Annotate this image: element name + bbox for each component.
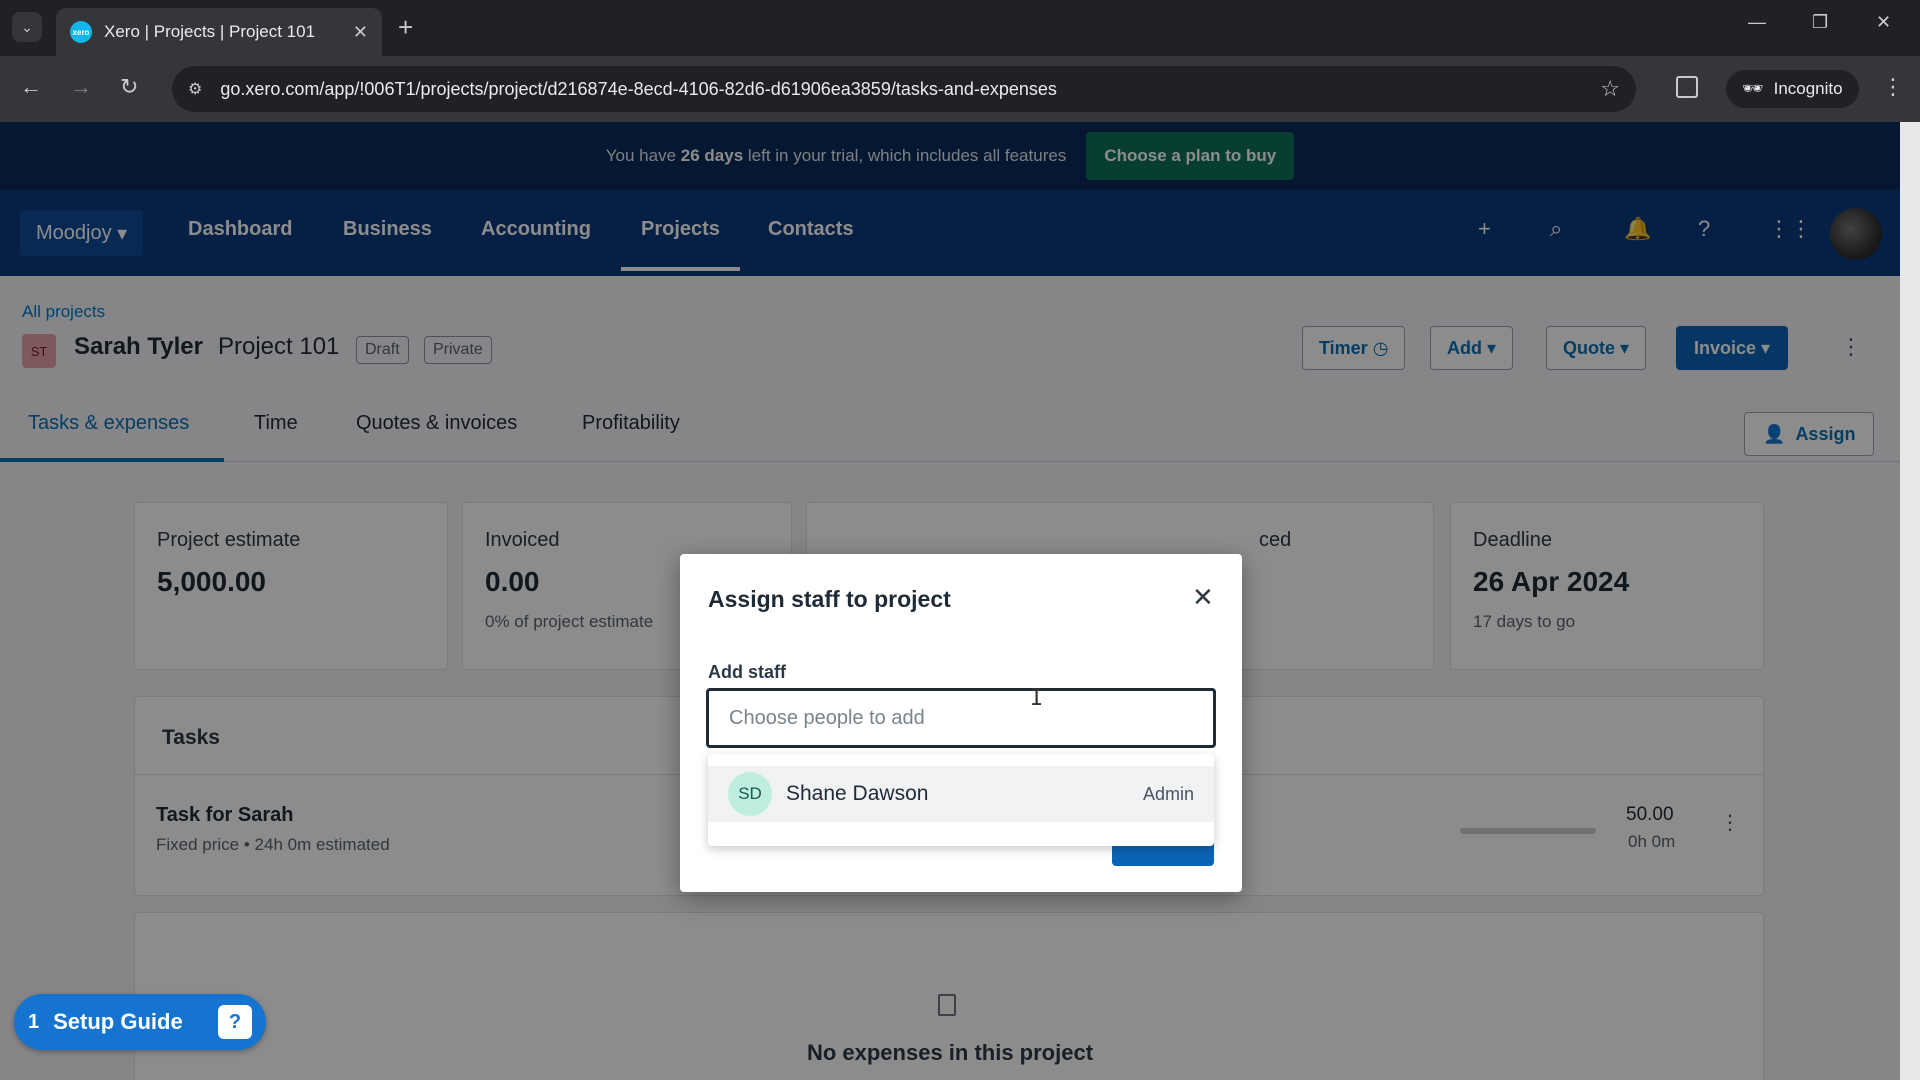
browser-toolbar: ← → ↻ ⚙ go.xero.com/app/!006T1/projects/… bbox=[0, 56, 1920, 122]
browser-menu-icon[interactable]: ⋮ bbox=[1882, 74, 1904, 100]
add-staff-label: Add staff bbox=[708, 662, 786, 682]
close-icon[interactable]: ✕ bbox=[1192, 584, 1214, 610]
staff-role: Admin bbox=[1142, 783, 1194, 804]
setup-guide-icon: ? bbox=[218, 1005, 252, 1039]
address-bar[interactable]: ⚙ go.xero.com/app/!006T1/projects/projec… bbox=[172, 66, 1636, 112]
incognito-icon: 🕶 bbox=[1742, 79, 1764, 98]
staff-search-input[interactable] bbox=[706, 688, 1216, 748]
url-text[interactable]: go.xero.com/app/!006T1/projects/project/… bbox=[220, 79, 1600, 100]
minimize-icon[interactable]: — bbox=[1748, 12, 1766, 33]
side-panel-icon[interactable] bbox=[1676, 76, 1698, 98]
modal-title: Assign staff to project bbox=[708, 586, 951, 612]
setup-guide-count: 1 bbox=[28, 1010, 40, 1033]
browser-tabstrip: ⌄ xero Xero | Projects | Project 101 ✕ +… bbox=[0, 0, 1920, 56]
staff-name: Shane Dawson bbox=[786, 782, 929, 805]
reload-icon[interactable]: ↻ bbox=[120, 74, 138, 100]
assign-staff-modal: Assign staff to project ✕ Add staff SD S… bbox=[680, 554, 1242, 892]
back-arrow-icon[interactable]: ← bbox=[20, 74, 42, 100]
staff-avatar: SD bbox=[728, 772, 772, 816]
staff-option[interactable]: SD Shane Dawson Admin bbox=[708, 766, 1214, 822]
browser-tab[interactable]: xero Xero | Projects | Project 101 ✕ bbox=[56, 8, 382, 56]
bookmark-star-icon[interactable]: ☆ bbox=[1600, 76, 1620, 102]
tab-search-chevron-icon[interactable]: ⌄ bbox=[12, 12, 42, 42]
restore-icon[interactable]: ❐ bbox=[1812, 12, 1828, 33]
staff-dropdown: SD Shane Dawson Admin bbox=[708, 754, 1214, 846]
page-scrollbar[interactable] bbox=[1900, 122, 1920, 1080]
setup-guide-button[interactable]: 1 Setup Guide ? bbox=[14, 994, 266, 1050]
tab-title: Xero | Projects | Project 101 bbox=[104, 22, 316, 41]
new-tab-plus-icon[interactable]: + bbox=[398, 12, 413, 42]
incognito-indicator[interactable]: 🕶 Incognito bbox=[1726, 70, 1859, 108]
forward-arrow-icon[interactable]: → bbox=[70, 74, 92, 100]
site-settings-icon[interactable]: ⚙ bbox=[188, 79, 202, 99]
text-cursor-icon: I bbox=[1030, 686, 1044, 711]
xero-favicon-icon: xero bbox=[70, 21, 92, 43]
setup-guide-label: Setup Guide bbox=[53, 1009, 183, 1034]
incognito-label: Incognito bbox=[1773, 79, 1843, 98]
page-content: You have 26 days left in your trial, whi… bbox=[0, 122, 1900, 1080]
window-close-icon[interactable]: ✕ bbox=[1876, 12, 1891, 33]
tab-close-icon[interactable]: ✕ bbox=[353, 22, 368, 43]
